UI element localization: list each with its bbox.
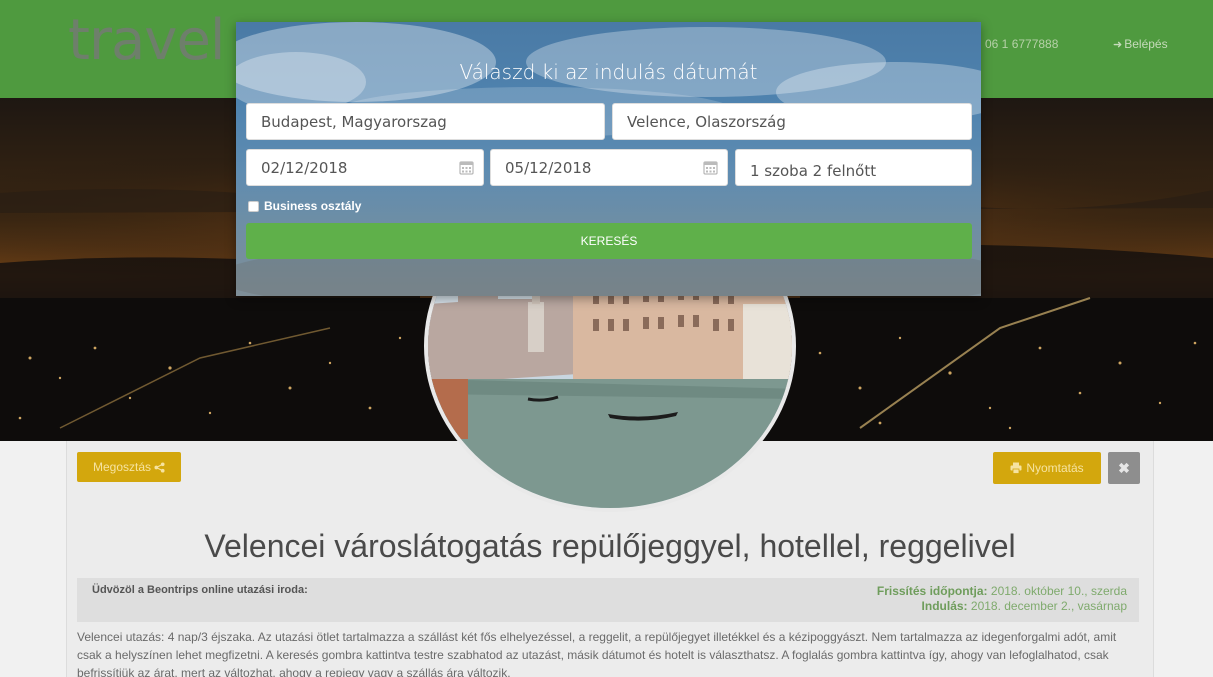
print-icon <box>1010 462 1022 474</box>
close-icon: ✖ <box>1118 459 1130 476</box>
search-button[interactable]: KERESÉS <box>246 223 972 259</box>
phone-number[interactable]: 06 1 6777888 <box>985 37 1058 51</box>
modal-title: Válaszd ki az indulás dátumát <box>459 60 758 84</box>
origin-value: Budapest, Magyarorszag <box>261 112 447 131</box>
update-label: Frissítés időpontja: <box>876 584 988 598</box>
search-modal: Válaszd ki az indulás dátumát Budapest, … <box>236 22 981 296</box>
sign-in-icon: ➜ <box>1113 39 1123 51</box>
destination-input[interactable]: Velence, Olaszország <box>612 103 972 140</box>
checkbox-box[interactable] <box>248 200 259 212</box>
calendar-icon[interactable] <box>703 160 718 175</box>
print-button[interactable]: Nyomtatás <box>993 452 1101 484</box>
business-class-checkbox[interactable]: Business osztály <box>248 199 361 213</box>
login-link[interactable]: ➜ Belépés <box>1113 37 1168 51</box>
share-button[interactable]: Megosztás <box>77 452 181 482</box>
rooms-guests-value: 1 szoba 2 felnőtt <box>750 161 877 180</box>
update-info: Frissítés időpontja: 2018. október 10., … <box>877 584 1127 614</box>
login-label: Belépés <box>1124 37 1168 51</box>
return-date-value: 05/12/2018 <box>505 158 592 177</box>
departure-value: 2018. december 2., vasárnap <box>970 599 1127 613</box>
close-button[interactable]: ✖ <box>1108 452 1140 484</box>
destination-value: Velence, Olaszország <box>627 112 786 131</box>
origin-input[interactable]: Budapest, Magyarorszag <box>246 103 605 140</box>
business-class-label: Business osztály <box>264 199 362 213</box>
trip-description: Velencei utazás: 4 nap/3 éjszaka. Az uta… <box>77 630 1117 677</box>
share-label: Megosztás <box>92 460 152 474</box>
welcome-text: Üdvözöl a Beontrips online utazási iroda… <box>92 584 308 596</box>
share-icon <box>154 461 165 473</box>
update-value: 2018. október 10., szerda <box>990 584 1127 598</box>
departure-label: Indulás: <box>921 599 968 613</box>
page-title: Velencei városlátogatás repülőjeggyel, h… <box>204 528 1016 564</box>
departure-date-value: 02/12/2018 <box>261 158 348 177</box>
print-label: Nyomtatás <box>1026 461 1084 475</box>
rooms-guests-selector[interactable]: 1 szoba 2 felnőtt <box>735 149 972 186</box>
site-logo[interactable]: travel <box>68 8 225 73</box>
calendar-icon[interactable] <box>459 160 474 175</box>
return-date-input[interactable]: 05/12/2018 <box>490 149 728 186</box>
departure-date-input[interactable]: 02/12/2018 <box>246 149 484 186</box>
